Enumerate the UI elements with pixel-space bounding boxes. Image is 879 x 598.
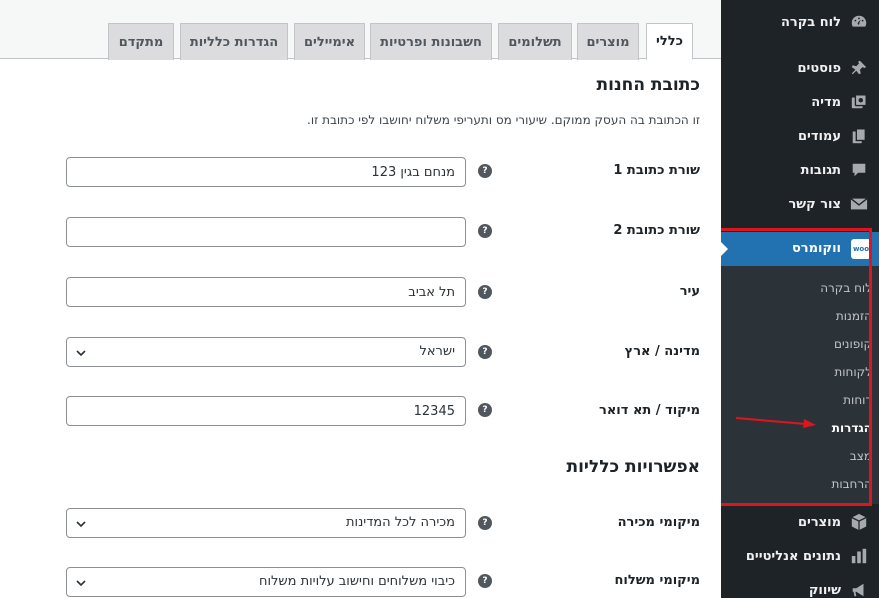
sidebar-item-label: צור קשר [788,196,841,212]
sidebar-item-label: עמודים [797,128,841,144]
address2-label: שורת כתובת 2 [613,223,700,238]
address1-input[interactable] [66,157,466,187]
sidebar-item-label: לוח בקרה [780,14,841,30]
country-label: מדינה / ארץ [624,344,700,359]
sidebar-item-label: שיווק [808,582,841,598]
chevron-down-icon [76,350,86,357]
help-icon[interactable]: ? [478,574,492,588]
admin-sidebar: לוח בקרה פוסטים מדיה עמודים תגובות צור ק… [717,0,879,598]
sidebar-item-products[interactable]: מוצרים [721,505,879,539]
tab-payments[interactable]: תשלומים [498,23,572,60]
tab-products[interactable]: מוצרים [577,23,639,60]
box-icon [849,512,869,532]
pages-icon [849,126,869,146]
sidebar-item-analytics[interactable]: נתונים אנליטיים [721,539,879,573]
bar-chart-icon [849,546,869,566]
media-icon [849,92,869,112]
store-address-title: כתובת החנות [596,75,701,95]
sidebar-item-comments[interactable]: תגובות [721,153,879,187]
sidebar-item-pages[interactable]: עמודים [721,119,879,153]
shipping-locations-label: מיקומי משלוח [614,573,700,588]
sidebar-item-marketing[interactable]: שיווק [721,573,879,598]
megaphone-icon [849,580,869,598]
highlight-box [717,228,872,506]
city-label: עיר [679,284,700,299]
sidebar-item-label: מוצרים [797,514,841,530]
city-input[interactable] [66,277,466,307]
country-select-value: ישראל [419,344,455,359]
tab-general[interactable]: כללי [646,23,693,60]
selling-locations-value: מכירה לכל המדינות [346,515,455,530]
help-icon[interactable]: ? [478,403,492,417]
country-select[interactable]: ישראל [66,337,466,367]
help-icon[interactable]: ? [478,224,492,238]
sidebar-item-dashboard[interactable]: לוח בקרה [721,5,879,39]
help-icon[interactable]: ? [478,285,492,299]
address2-input[interactable] [66,217,466,247]
postcode-input[interactable] [66,396,466,426]
mail-icon [849,194,869,214]
selling-locations-label: מיקומי מכירה [617,515,700,530]
sidebar-item-label: תגובות [800,162,841,178]
tab-advanced[interactable]: מתקדם [108,23,174,60]
tab-accounts-privacy[interactable]: חשבונות ופרטיות [370,23,492,60]
store-address-description: זו הכתובת בה העסק ממוקם. שיעורי מס ותערי… [307,113,700,127]
pin-icon [849,58,869,78]
sidebar-item-label: נתונים אנליטיים [745,548,841,564]
address1-label: שורת כתובת 1 [613,163,700,178]
help-icon[interactable]: ? [478,516,492,530]
postcode-label: מיקוד / תא דואר [599,403,700,418]
selling-locations-select[interactable]: מכירה לכל המדינות [66,508,466,538]
settings-main: כללי מוצרים תשלומים חשבונות ופרטיות אימי… [0,0,721,598]
sidebar-item-posts[interactable]: פוסטים [721,51,879,85]
chevron-down-icon [76,580,86,587]
sidebar-item-contact[interactable]: צור קשר [721,187,879,221]
comments-icon [849,160,869,180]
dashboard-icon [849,12,869,32]
shipping-locations-select[interactable]: כיבוי משלוחים וחישוב עלויות משלוח [66,567,466,597]
settings-tabs: כללי מוצרים תשלומים חשבונות ופרטיות אימי… [0,0,721,60]
tab-integration[interactable]: הגדרות כלליות [180,23,288,60]
red-arrow-annotation [735,417,816,428]
sidebar-item-label: פוסטים [797,60,841,76]
chevron-down-icon [76,521,86,528]
shipping-locations-value: כיבוי משלוחים וחישוב עלויות משלוח [258,574,455,589]
tab-emails[interactable]: אימיילים [294,23,365,60]
help-icon[interactable]: ? [478,164,492,178]
sidebar-item-media[interactable]: מדיה [721,85,879,119]
help-icon[interactable]: ? [478,345,492,359]
general-options-title: אפשרויות כלליות [566,457,700,477]
sidebar-item-label: מדיה [811,94,841,110]
